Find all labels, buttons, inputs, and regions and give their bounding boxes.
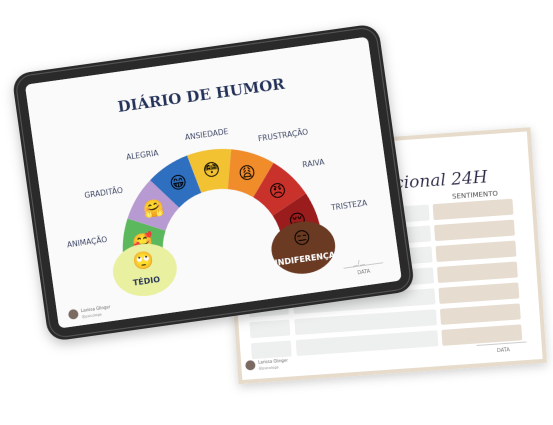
tablet-device: DIÁRIO DE HUMOR 🥰ANIMAÇÃO🤗GRADITÃO 😁ALEGR… — [13, 25, 414, 340]
tablet-screen: DIÁRIO DE HUMOR 🥰ANIMAÇÃO🤗GRADITÃO 😁ALEGR… — [25, 37, 402, 328]
worksheet-cell-time — [249, 319, 291, 339]
worksheet-cell-time — [250, 340, 292, 360]
mood-emoji-icon: 😩 — [237, 163, 257, 185]
worksheet-date-label: DATA — [497, 347, 511, 354]
mockup-scene: nocional 24H O SENTIMENTO DATA Larissa G… — [13, 25, 547, 385]
mood-emoji-icon: 😠 — [268, 181, 288, 203]
mood-emoji-icon: 😁 — [168, 172, 188, 194]
mood-emoji-icon: 🙄 — [132, 250, 156, 273]
mood-emoji-icon: 🤗 — [142, 198, 166, 221]
mood-emoji-icon: 😑 — [292, 228, 312, 250]
mood-emoji-icon: 😳 — [202, 160, 222, 182]
